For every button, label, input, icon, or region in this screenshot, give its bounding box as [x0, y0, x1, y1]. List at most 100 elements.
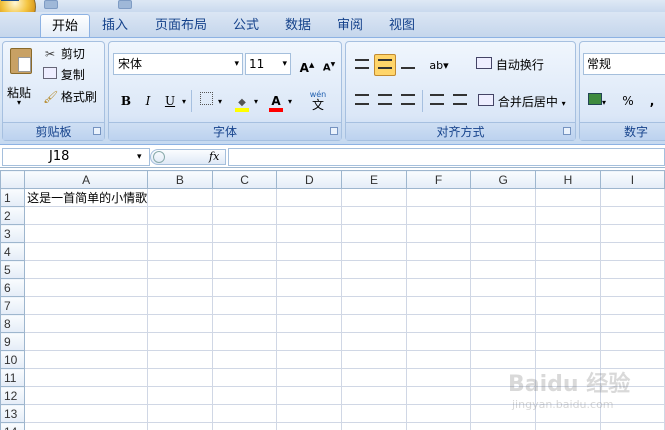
cell[interactable] [535, 260, 601, 279]
cell[interactable] [24, 206, 149, 225]
row-header[interactable]: 11 [0, 368, 26, 387]
row-header[interactable]: 10 [0, 350, 26, 369]
alignment-launcher-icon[interactable] [563, 127, 571, 135]
cell[interactable] [405, 296, 472, 315]
cell[interactable] [535, 422, 601, 430]
cell[interactable] [24, 242, 149, 261]
cell[interactable] [341, 278, 407, 297]
fill-color-button[interactable]: ◆ [231, 90, 253, 112]
cell[interactable] [276, 206, 343, 225]
cell[interactable] [535, 332, 601, 351]
cell[interactable] [147, 350, 213, 369]
cell[interactable] [147, 314, 213, 333]
cell[interactable] [211, 386, 278, 405]
cell[interactable] [276, 332, 343, 351]
cell[interactable] [535, 278, 601, 297]
cell[interactable] [147, 206, 213, 225]
insert-function-button[interactable]: fx [209, 150, 219, 163]
cell[interactable] [24, 368, 149, 387]
copy-button[interactable]: 复制 [43, 66, 85, 84]
cell[interactable] [276, 296, 343, 315]
cell[interactable] [535, 188, 601, 207]
cell[interactable] [147, 224, 213, 243]
cell[interactable] [276, 260, 343, 279]
cell[interactable] [276, 368, 343, 387]
cell[interactable] [24, 404, 149, 423]
select-all-corner[interactable] [0, 170, 26, 189]
font-color-button[interactable]: A [265, 90, 287, 112]
cell[interactable] [211, 188, 278, 207]
align-top-button[interactable] [351, 54, 373, 76]
merge-center-button[interactable]: 合并后居中 ▾ [478, 93, 566, 111]
wrap-text-button[interactable]: 自动换行 [476, 56, 544, 74]
align-middle-button[interactable] [374, 54, 396, 76]
cell[interactable] [599, 206, 665, 225]
column-header[interactable]: C [211, 170, 278, 189]
cell[interactable] [405, 350, 472, 369]
format-painter-button[interactable]: 🖌 格式刷 [43, 88, 97, 106]
cell[interactable] [341, 404, 407, 423]
italic-button[interactable]: I [137, 90, 159, 112]
cell[interactable] [147, 296, 213, 315]
cell[interactable] [211, 332, 278, 351]
tab-insert[interactable]: 插入 [96, 14, 134, 37]
cell[interactable] [535, 224, 601, 243]
cell[interactable] [599, 188, 665, 207]
cell[interactable] [276, 278, 343, 297]
formula-input[interactable] [228, 148, 665, 166]
cell[interactable] [599, 332, 665, 351]
cell[interactable] [211, 224, 278, 243]
cell[interactable] [276, 422, 343, 430]
orientation-button[interactable]: ab▾ [424, 54, 454, 76]
cell[interactable] [147, 332, 213, 351]
cell[interactable] [405, 386, 472, 405]
expand-handle-icon[interactable] [153, 151, 165, 163]
cell[interactable] [276, 224, 343, 243]
grow-font-button[interactable]: A▲ [296, 54, 318, 76]
cell[interactable] [24, 314, 149, 333]
cell[interactable] [405, 206, 472, 225]
cell[interactable] [24, 260, 149, 279]
cell[interactable] [341, 368, 407, 387]
column-header[interactable]: H [535, 170, 601, 189]
cell[interactable] [211, 314, 278, 333]
cell[interactable] [24, 386, 149, 405]
cell[interactable] [341, 350, 407, 369]
cut-button[interactable]: ✂ 剪切 [43, 45, 85, 63]
cell[interactable] [470, 278, 537, 297]
bold-button[interactable]: B [115, 90, 137, 112]
cell[interactable] [276, 350, 343, 369]
cell[interactable] [211, 260, 278, 279]
cell[interactable] [211, 350, 278, 369]
align-right-button[interactable] [397, 90, 419, 112]
increase-indent-button[interactable] [449, 90, 471, 112]
cell[interactable] [211, 368, 278, 387]
cell[interactable] [535, 242, 601, 261]
cell[interactable] [470, 242, 537, 261]
row-header[interactable]: 13 [0, 404, 26, 423]
phonetic-button[interactable]: wén 文 [304, 89, 332, 113]
accounting-format-button[interactable]: ▾ [583, 90, 611, 112]
tab-review[interactable]: 审阅 [330, 14, 370, 37]
cell[interactable] [211, 422, 278, 430]
row-header[interactable]: 2 [0, 206, 26, 225]
cell[interactable] [341, 314, 407, 333]
column-header[interactable]: B [147, 170, 213, 189]
qat-dropdown-icon[interactable] [118, 0, 132, 9]
font-size-select[interactable]: 11 ▾ [245, 53, 291, 75]
cell[interactable] [341, 332, 407, 351]
cell[interactable] [599, 296, 665, 315]
cell[interactable] [470, 260, 537, 279]
cell[interactable] [341, 206, 407, 225]
cell[interactable] [341, 224, 407, 243]
tab-view[interactable]: 视图 [382, 14, 422, 37]
cell[interactable] [24, 332, 149, 351]
cell[interactable] [147, 278, 213, 297]
cell[interactable] [211, 242, 278, 261]
cell[interactable] [147, 404, 213, 423]
cell[interactable] [470, 314, 537, 333]
cell[interactable] [405, 368, 472, 387]
cell[interactable] [405, 188, 472, 207]
column-header[interactable]: D [276, 170, 343, 189]
column-header[interactable]: E [341, 170, 407, 189]
